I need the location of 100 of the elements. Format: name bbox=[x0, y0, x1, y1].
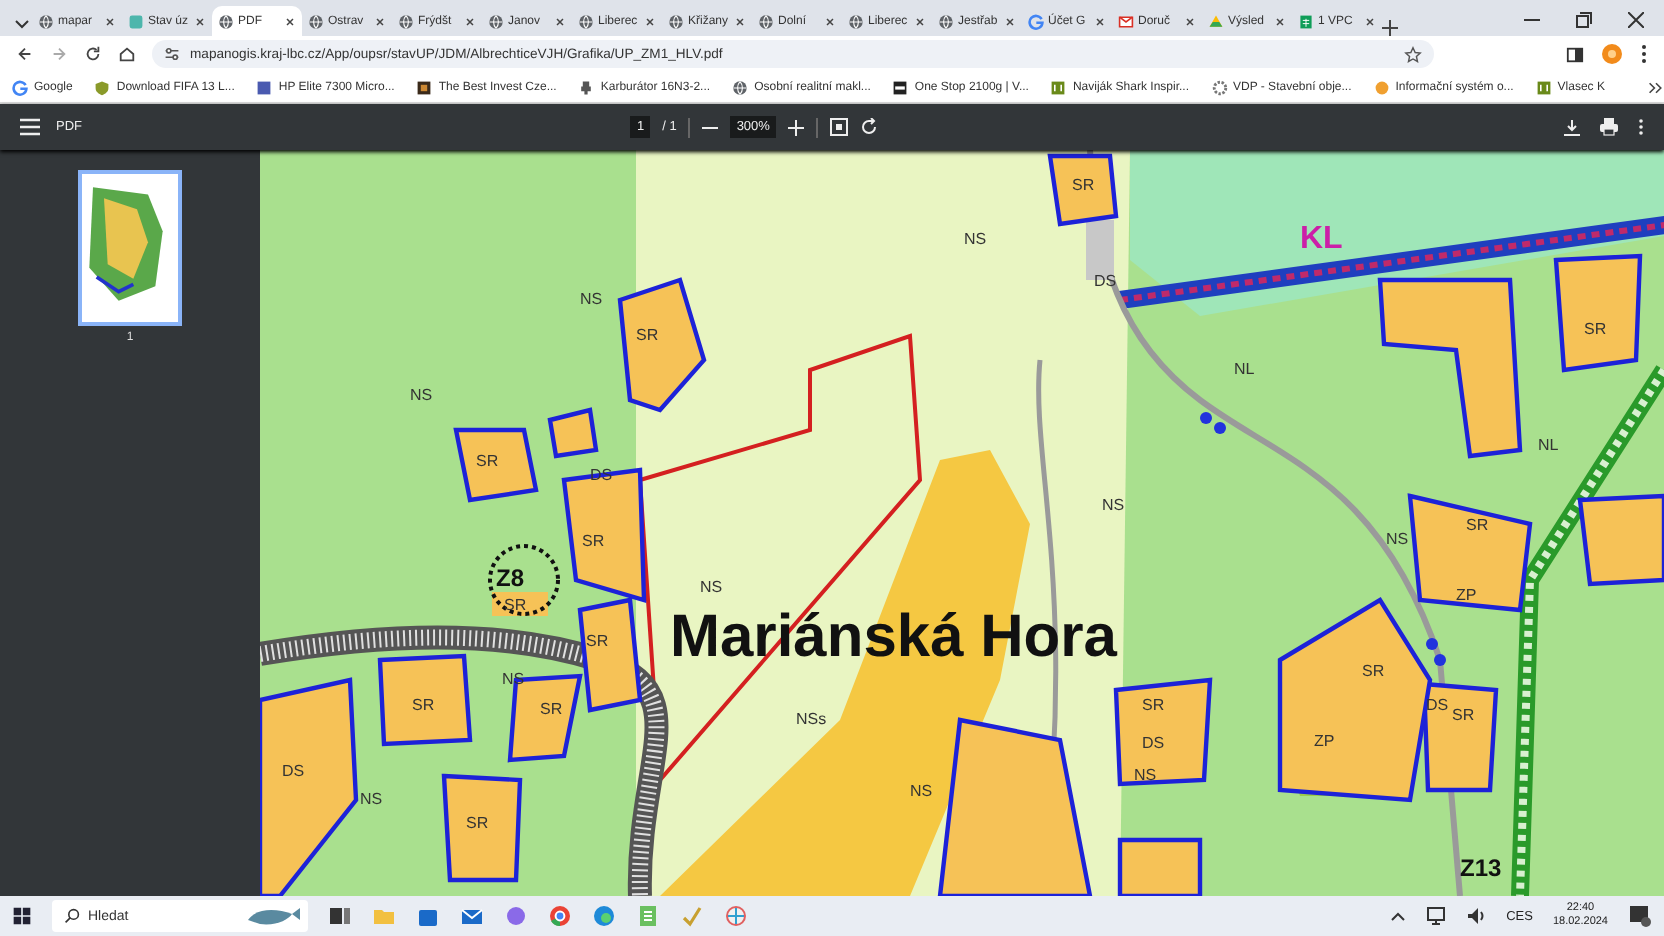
map-label: NL bbox=[1234, 360, 1255, 378]
google-icon bbox=[12, 79, 28, 95]
globe-icon bbox=[668, 13, 684, 29]
globe-icon bbox=[218, 13, 234, 29]
picture-icon bbox=[256, 79, 273, 95]
sheet-icon bbox=[1298, 13, 1314, 29]
map-label: SR bbox=[412, 696, 435, 714]
restore-icon[interactable] bbox=[1576, 12, 1592, 28]
bookmark-star-icon[interactable] bbox=[1404, 45, 1422, 63]
map-label: NS bbox=[1134, 766, 1157, 784]
map-label: SR bbox=[1466, 516, 1489, 534]
rotate-icon[interactable] bbox=[859, 118, 878, 136]
map-label: DS bbox=[1426, 696, 1449, 714]
more-bookmarks-icon[interactable] bbox=[1648, 79, 1664, 95]
map-label: NS bbox=[964, 230, 987, 248]
map-label: SR bbox=[1072, 176, 1095, 194]
close-icon[interactable] bbox=[284, 15, 296, 27]
triangle-icon bbox=[1208, 13, 1224, 29]
map-label: NS bbox=[580, 290, 603, 308]
close-icon[interactable] bbox=[194, 15, 206, 27]
globe-icon bbox=[308, 13, 324, 29]
back-icon[interactable] bbox=[16, 44, 34, 64]
globe-icon bbox=[732, 79, 749, 95]
close-icon[interactable] bbox=[914, 15, 926, 27]
map-label: DS bbox=[590, 466, 613, 484]
map-label: SR bbox=[540, 700, 563, 718]
map-label: NSs bbox=[796, 710, 827, 728]
close-icon[interactable] bbox=[1184, 15, 1196, 27]
search-icon bbox=[64, 908, 80, 924]
map-label: SR bbox=[466, 814, 489, 832]
close-icon[interactable] bbox=[824, 15, 836, 27]
map-label: SR bbox=[582, 532, 605, 550]
map-label: Z13 bbox=[1460, 854, 1502, 882]
picture-icon bbox=[892, 79, 909, 95]
map-label: NS bbox=[700, 578, 723, 596]
close-icon[interactable] bbox=[1094, 15, 1106, 27]
globe-icon bbox=[848, 13, 864, 29]
map-label: SR bbox=[1452, 706, 1475, 724]
map-label: SR bbox=[636, 326, 659, 344]
close-icon[interactable] bbox=[1004, 15, 1016, 27]
notification-icon[interactable] bbox=[1628, 904, 1652, 928]
close-icon[interactable] bbox=[1364, 15, 1376, 27]
print-icon[interactable] bbox=[1600, 118, 1618, 136]
close-icon[interactable] bbox=[1274, 15, 1286, 27]
windows-start-icon[interactable] bbox=[12, 906, 32, 926]
map-label: DS bbox=[1094, 272, 1117, 290]
checkmark-icon[interactable] bbox=[680, 904, 704, 928]
close-icon[interactable] bbox=[104, 15, 116, 27]
close-icon[interactable] bbox=[1628, 12, 1644, 28]
map-label: DS bbox=[282, 762, 305, 780]
menu-icon[interactable] bbox=[1640, 44, 1648, 64]
task-view-icon[interactable] bbox=[328, 904, 352, 928]
map-label: NS bbox=[502, 670, 525, 688]
map-label: KL bbox=[1300, 222, 1343, 256]
mail-icon bbox=[1118, 13, 1134, 29]
globe-icon bbox=[488, 13, 504, 29]
map-label: ZP bbox=[1314, 732, 1335, 750]
square-icon bbox=[1050, 79, 1067, 95]
download-icon[interactable] bbox=[1564, 119, 1580, 135]
map-label: SR bbox=[1142, 696, 1165, 714]
map-label: NS bbox=[1102, 496, 1125, 514]
browser-icon[interactable] bbox=[592, 904, 616, 928]
map-label: NS bbox=[1386, 530, 1409, 548]
map-label: SR bbox=[1362, 662, 1385, 680]
close-icon[interactable] bbox=[374, 15, 386, 27]
close-icon[interactable] bbox=[554, 15, 566, 27]
store-icon[interactable] bbox=[416, 904, 440, 928]
mail-icon[interactable] bbox=[460, 904, 484, 928]
speaker-icon[interactable] bbox=[1466, 906, 1487, 926]
reload-icon[interactable] bbox=[84, 44, 102, 64]
map-label: NS bbox=[910, 782, 933, 800]
map-label: Z8 bbox=[496, 564, 525, 592]
close-icon[interactable] bbox=[644, 15, 656, 27]
circle-icon bbox=[1373, 79, 1390, 95]
map-label: SR bbox=[476, 452, 499, 470]
zoom-in-icon[interactable] bbox=[787, 119, 804, 135]
fit-page-icon[interactable] bbox=[829, 118, 848, 136]
picture-icon bbox=[416, 79, 433, 95]
globe-icon bbox=[758, 13, 774, 29]
square-icon bbox=[1535, 79, 1552, 95]
chevron-up-icon[interactable] bbox=[1390, 908, 1407, 924]
site-settings-icon[interactable] bbox=[164, 46, 180, 62]
globe-icon bbox=[398, 13, 414, 29]
close-icon[interactable] bbox=[734, 15, 746, 27]
more-icon[interactable] bbox=[1638, 118, 1644, 136]
map-label: NL bbox=[1538, 436, 1559, 454]
close-icon[interactable] bbox=[464, 15, 476, 27]
square-icon bbox=[128, 13, 144, 29]
side-panel-icon[interactable] bbox=[1566, 45, 1584, 63]
map-label: DS bbox=[1142, 734, 1165, 752]
globe-icon bbox=[938, 13, 954, 29]
network-icon[interactable] bbox=[1426, 906, 1447, 926]
map-label: NS bbox=[410, 386, 433, 404]
home-icon[interactable] bbox=[118, 44, 136, 64]
chrome-icon[interactable] bbox=[548, 904, 572, 928]
menu-icon[interactable] bbox=[20, 118, 40, 136]
globe-icon bbox=[578, 13, 594, 29]
map-label: SR bbox=[586, 632, 609, 650]
plus-icon[interactable] bbox=[1382, 20, 1398, 36]
shield-icon bbox=[94, 79, 111, 95]
